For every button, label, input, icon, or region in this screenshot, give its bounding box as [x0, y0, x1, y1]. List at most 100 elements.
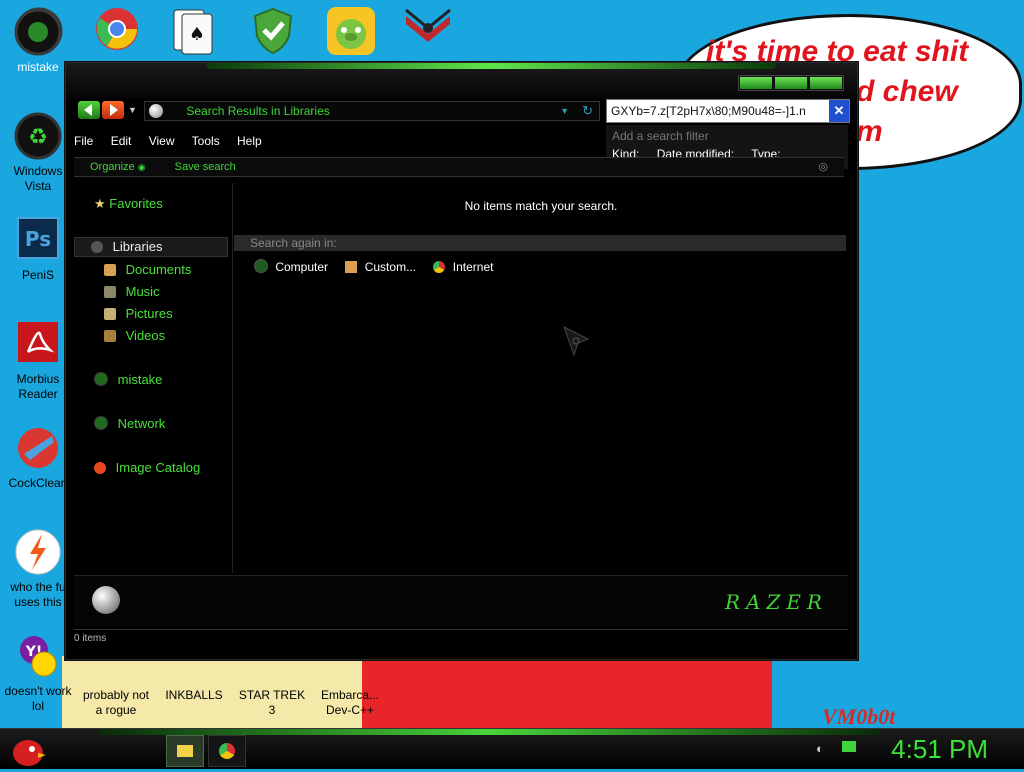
command-toolbar: Organize ◉ Save search ◎ [74, 157, 844, 177]
menu-tools[interactable]: Tools [192, 134, 220, 148]
solitaire-icon[interactable]: ♠ [168, 6, 218, 56]
sidebar-item-label: mistake [117, 372, 163, 387]
taskbar-clock[interactable]: 4:51 PM [891, 734, 988, 764]
content-pane: No items match your search. Search again… [234, 183, 848, 573]
recent-pages-dropdown-icon[interactable]: ▼ [128, 105, 137, 115]
desktop-icon-label: STAR TREK 3 [238, 688, 306, 717]
menu-file[interactable]: File [74, 134, 93, 148]
refresh-icon[interactable]: ↻ [582, 102, 593, 120]
sidebar-item-pictures[interactable]: Pictures [104, 305, 173, 323]
search-location-custom[interactable]: Custom... [345, 260, 419, 274]
emblem-icon[interactable] [404, 6, 454, 56]
star-icon: ★ [94, 196, 106, 211]
chrome-icon[interactable] [94, 6, 144, 56]
location-label: Custom... [364, 260, 417, 274]
menu-help[interactable]: Help [237, 134, 262, 148]
user-icon [94, 372, 108, 386]
volume-icon[interactable]: ◐ [816, 741, 824, 756]
address-dropdown-icon[interactable]: ▼ [560, 102, 569, 120]
sidebar-item-label: Network [117, 416, 166, 431]
chrome-icon [433, 261, 446, 273]
angry-birds-pig-icon[interactable] [326, 6, 376, 56]
organize-button[interactable]: Organize ◉ [90, 161, 149, 173]
sidebar-item-favorites[interactable]: ★ Favorites [94, 195, 163, 213]
search-query-text: GXYb=7.z[T2pH7x\80;M90u48=-]1.n [611, 104, 806, 118]
razer-logo: RAZER [724, 590, 828, 614]
maximize-button[interactable] [775, 77, 807, 89]
sidebar-item-label: Favorites [109, 196, 163, 211]
forward-button[interactable] [102, 101, 124, 119]
desktop-icon-label: probably not a rogue [82, 688, 150, 717]
search-again-locations: Computer Custom... Internet [254, 259, 493, 274]
sidebar-item-label: Libraries [112, 239, 163, 254]
wallpaper-signature: VM0b0t [822, 704, 896, 729]
svg-text:♠: ♠ [189, 24, 205, 45]
save-search-button[interactable]: Save search [175, 161, 236, 173]
sidebar-item-image-catalog[interactable]: Image Catalog [94, 459, 200, 477]
organize-dropdown-icon: ◉ [137, 162, 146, 172]
start-button[interactable] [8, 733, 48, 767]
image-catalog-icon [94, 462, 106, 474]
search-input[interactable]: GXYb=7.z[T2pH7x\80;M90u48=-]1.n ✕ [606, 99, 850, 123]
sidebar-item-music[interactable]: Music [104, 283, 160, 301]
photoshop-icon: Ps [14, 216, 62, 264]
recycle-icon: ♻ [14, 112, 62, 160]
folder-icon [345, 261, 358, 273]
sidebar-item-network[interactable]: Network [94, 415, 165, 433]
details-pane: RAZER [74, 575, 848, 626]
cleaner-icon [14, 424, 62, 472]
taskbar: ◐ 4:51 PM [0, 728, 1024, 769]
yahoo-icon: Y! [14, 632, 62, 680]
network-icon [94, 416, 108, 430]
menu-view[interactable]: View [149, 134, 175, 148]
svg-text:♻: ♻ [28, 125, 48, 150]
sidebar-item-label: Videos [125, 328, 166, 343]
minimize-button[interactable] [740, 77, 772, 89]
explorer-taskbar-button[interactable] [166, 735, 204, 767]
sidebar-item-user[interactable]: mistake [94, 371, 162, 389]
search-filter-placeholder[interactable]: Add a search filter [606, 125, 848, 145]
search-location-internet[interactable]: Internet [433, 260, 493, 274]
empty-results-message: No items match your search. [464, 199, 618, 213]
desktop-icon-label: Embarca... Dev-C++ [320, 688, 380, 717]
libraries-icon [91, 241, 103, 253]
network-tray-icon[interactable] [842, 741, 856, 752]
title-accent-bar [206, 63, 776, 69]
item-count: 0 items [74, 633, 107, 644]
razer-icon [14, 8, 62, 56]
sidebar-item-documents[interactable]: Documents [104, 261, 191, 279]
folder-icon [177, 745, 193, 757]
shield-icon[interactable] [250, 6, 300, 56]
search-again-label: Search again in: [250, 236, 337, 250]
sidebar-item-label: Image Catalog [115, 460, 201, 475]
search-location-computer[interactable]: Computer [254, 259, 331, 274]
close-button[interactable] [810, 77, 842, 89]
arrow-left-icon [84, 104, 92, 116]
lightning-icon [14, 528, 62, 576]
pdf-icon [14, 320, 62, 368]
navigation-pane: ★ Favorites Libraries Documents Music Pi… [74, 183, 233, 573]
cursor-icon [563, 325, 590, 357]
clear-search-button[interactable]: ✕ [829, 100, 849, 122]
documents-icon [104, 264, 116, 276]
search-again-header: Search again in: [234, 235, 846, 251]
menu-edit[interactable]: Edit [111, 134, 132, 148]
back-button[interactable] [78, 101, 100, 119]
sidebar-item-label: Documents [125, 262, 192, 277]
organize-label: Organize [90, 161, 135, 173]
explorer-window: ▼ Search Results in Libraries ▼ ↻ GXYb=7… [65, 62, 858, 660]
status-bar: 0 items [74, 629, 848, 648]
sidebar-item-libraries[interactable]: Libraries [74, 237, 228, 257]
angry-bird-icon [13, 740, 46, 766]
location-label: Internet [452, 260, 494, 274]
computer-icon [254, 259, 268, 273]
desktop-icon-label: INKBALLS [165, 688, 223, 702]
sidebar-item-videos[interactable]: Videos [104, 327, 165, 345]
address-bar[interactable]: Search Results in Libraries ▼ ↻ [144, 101, 600, 121]
view-options-icon[interactable]: ◎ [818, 158, 828, 176]
pictures-icon [104, 308, 116, 320]
navigation-bar: ▼ Search Results in Libraries ▼ ↻ GXYb=7… [78, 99, 850, 123]
chrome-taskbar-button[interactable] [208, 735, 246, 767]
svg-text:Ps: Ps [25, 227, 51, 251]
menu-bar: File Edit View Tools Help [74, 131, 574, 151]
